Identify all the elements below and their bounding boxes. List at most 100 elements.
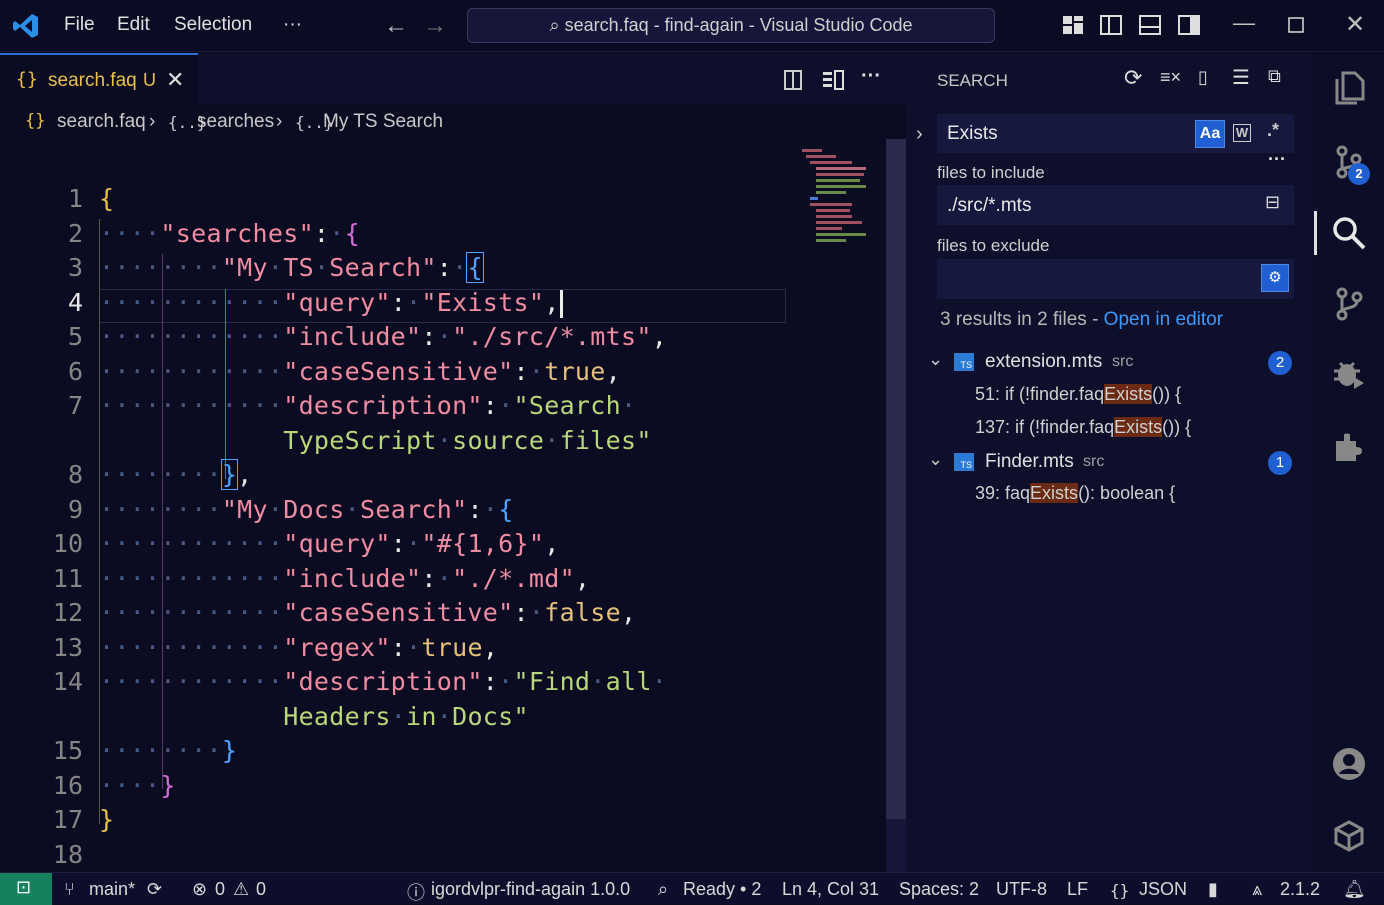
cursor-position[interactable]: Ln 4, Col 31 <box>782 879 879 900</box>
code-line-4: ············"query":·"Exists", <box>99 288 563 318</box>
collapse-all-icon[interactable]: ⧉ <box>1268 66 1281 87</box>
view-as-tree-icon[interactable]: ☰ <box>1232 65 1250 90</box>
line-number: 9 <box>67 494 83 524</box>
customize-layout-icon[interactable] <box>1062 15 1084 35</box>
title-bar: File Edit Selection ··· ← → ⌕ search.faq… <box>0 0 1384 52</box>
language-mode[interactable]: JSON <box>1139 879 1187 900</box>
line-number: 4 <box>67 287 83 317</box>
use-exclude-settings-icon[interactable]: ⚙ <box>1261 264 1289 292</box>
result-file-name: extension.mts <box>985 351 1103 372</box>
close-window-icon[interactable]: ✕ <box>1345 10 1365 39</box>
active-indicator <box>1314 211 1317 255</box>
breadcrumb-my-ts-search[interactable]: My TS Search <box>323 111 443 133</box>
code-line-1: { <box>99 184 115 213</box>
toggle-panel-icon[interactable] <box>1139 15 1161 35</box>
extension-status[interactable]: igordvlpr-find-again 1.0.0 <box>431 879 630 900</box>
new-search-editor-icon[interactable]: ▯ <box>1198 67 1208 88</box>
editor-tabs: {} search.faq U ✕ ··· <box>0 53 906 105</box>
open-changes-icon[interactable] <box>783 69 803 91</box>
end-of-line[interactable]: LF <box>1067 879 1088 900</box>
clear-results-icon[interactable]: ≡× <box>1160 67 1181 88</box>
open-in-editor-link[interactable]: Open in editor <box>1104 309 1223 330</box>
result-match[interactable]: 51: if (!finder.faqExists()) { <box>975 384 1181 405</box>
line-number: 6 <box>67 356 83 386</box>
files-to-include-value: ./src/*.mts <box>947 195 1032 216</box>
use-regex-toggle[interactable]: .* <box>1267 120 1279 141</box>
result-count-badge: 1 <box>1268 451 1292 475</box>
search-input[interactable]: Exists Aa W .* <box>937 114 1294 153</box>
open-editors-only-icon[interactable]: ⊟ <box>1265 192 1280 213</box>
match-highlight: Exists <box>1030 483 1079 503</box>
code-line-5: ············"include":·"./src/*.mts", <box>99 322 668 351</box>
menu-selection[interactable]: Selection <box>174 14 252 36</box>
code-line-14: ············"description":·"Find·all· <box>99 667 668 696</box>
close-tab-icon[interactable]: ✕ <box>166 67 184 93</box>
warning-count[interactable]: 0 <box>256 879 266 900</box>
error-count[interactable]: 0 <box>215 879 225 900</box>
back-arrow-icon[interactable]: ← <box>384 12 408 40</box>
command-center-label: search.faq - find-again - Visual Studio … <box>564 15 913 35</box>
accounts-icon[interactable] <box>1332 747 1366 781</box>
bell-icon[interactable]: 🔔︎ <box>1343 879 1366 900</box>
explorer-icon[interactable] <box>1333 71 1365 105</box>
line-number: 11 <box>52 563 83 593</box>
command-center[interactable]: ⌕ search.faq - find-again - Visual Studi… <box>467 8 995 43</box>
split-editor-icon[interactable] <box>822 70 844 90</box>
code-line-3: ········"My·TS·Search":·{ <box>99 252 484 283</box>
match-highlight: Exists <box>1114 417 1163 437</box>
search-status[interactable]: Ready • 2 <box>683 879 761 900</box>
toggle-primary-sidebar-icon[interactable] <box>1100 15 1122 35</box>
encoding[interactable]: UTF-8 <box>996 879 1047 900</box>
result-match[interactable]: 137: if (!finder.faqExists()) { <box>975 417 1191 438</box>
result-file-extension-mts[interactable]: ⌄ TS extension.mts src 2 <box>906 347 1314 379</box>
branch-icon: ⑂ <box>64 879 75 899</box>
indentation[interactable]: Spaces: 2 <box>899 879 979 900</box>
version-status[interactable]: 2.1.2 <box>1280 879 1320 900</box>
maximize-icon[interactable] <box>1288 17 1304 33</box>
files-to-exclude-input[interactable]: ⚙ <box>937 259 1294 299</box>
bookmark-icon[interactable]: ▮ <box>1208 879 1218 900</box>
branch-name[interactable]: main* <box>89 879 135 900</box>
run-and-debug-icon[interactable] <box>1332 357 1366 391</box>
result-file-dir: src <box>1083 453 1105 470</box>
error-icon: ⊗ <box>192 879 208 899</box>
result-match[interactable]: 39: faqExists(): boolean { <box>975 483 1175 504</box>
sync-icon[interactable]: ⟳ <box>147 879 162 900</box>
minimap[interactable] <box>796 147 876 257</box>
search-icon[interactable] <box>1331 215 1367 251</box>
line-number: 5 <box>67 322 83 351</box>
search-input-value: Exists <box>947 123 998 144</box>
code-editor[interactable]: 1 2 3 4 5 6 7 8 9 10 11 12 13 14 15 16 17 18 { ····"searc… <box>0 139 906 872</box>
breadcrumb-file[interactable]: search.faq <box>57 111 146 133</box>
match-case-toggle[interactable]: Aa <box>1195 120 1225 148</box>
match-whole-word-toggle[interactable]: W <box>1233 124 1251 142</box>
menu-edit[interactable]: Edit <box>117 14 150 36</box>
refresh-icon[interactable]: ⟳ <box>1124 65 1142 91</box>
menu-more[interactable]: ··· <box>283 14 302 36</box>
result-file-finder-mts[interactable]: ⌄ TS Finder.mts src 1 <box>906 447 1314 479</box>
remote-icon: ⊡ <box>16 877 32 897</box>
minimize-icon[interactable]: — <box>1233 10 1255 36</box>
info-icon: ⓘ <box>407 883 425 903</box>
manage-icon[interactable] <box>1332 819 1366 853</box>
files-to-include-input[interactable]: ./src/*.mts ⊟ <box>937 185 1294 225</box>
chevron-down-icon: ⌄ <box>928 449 944 469</box>
more-actions-icon[interactable]: ··· <box>861 65 881 88</box>
json-file-icon: {} <box>16 69 38 90</box>
menu-file[interactable]: File <box>64 14 95 36</box>
remote-indicator[interactable]: ⊡ <box>0 873 52 905</box>
git-graph-icon[interactable] <box>1334 287 1364 321</box>
tab-search-faq[interactable]: {} search.faq U ✕ <box>0 53 198 105</box>
breadcrumb-searches[interactable]: searches <box>197 111 274 133</box>
forward-arrow-icon[interactable]: → <box>423 12 447 40</box>
tab-label: search.faq <box>48 70 137 91</box>
toggle-search-details-icon[interactable]: ··· <box>1268 149 1286 170</box>
toggle-replace-icon[interactable]: › <box>916 123 923 146</box>
toggle-secondary-sidebar-icon[interactable] <box>1178 15 1200 35</box>
line-number: 3 <box>67 253 83 282</box>
vscode-logo-icon[interactable] <box>12 12 40 40</box>
search-sidebar: SEARCH ⟳ ≡× ▯ ☰ ⧉ › Exists Aa W .* ··· f… <box>906 53 1314 872</box>
code-line-11: ············"include":·"./*.md", <box>99 564 591 593</box>
vertical-scrollbar[interactable] <box>886 139 906 872</box>
extensions-icon[interactable] <box>1332 431 1366 465</box>
